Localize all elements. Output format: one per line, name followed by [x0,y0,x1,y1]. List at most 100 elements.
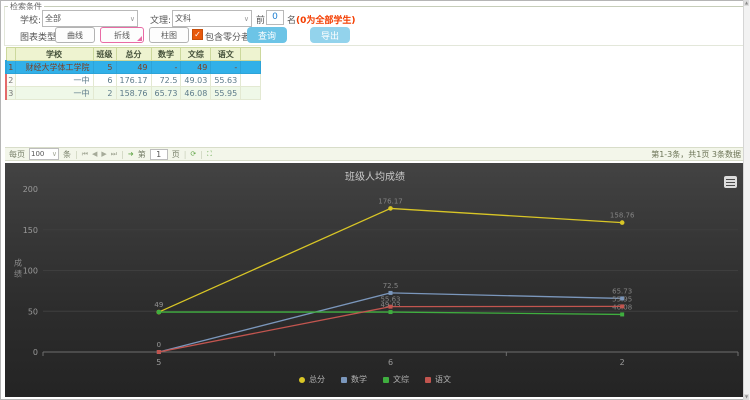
y-tick-label: 0 [33,348,38,357]
table-row[interactable]: 2一中6176.1772.549.0355.63 [6,74,261,87]
scroll-up-icon[interactable]: ▲ [744,0,749,6]
col-school[interactable]: 学校 [15,48,93,61]
legend-marker-icon [299,377,305,383]
data-point[interactable] [389,310,393,314]
col-chinese[interactable]: 语文 [211,48,241,61]
score-line-chart: 班级人均成绩 050100150200成绩56249176.17158.7607… [5,163,745,397]
y-tick-label: 200 [23,185,38,194]
data-point-label: 72.5 [383,282,399,290]
data-point-label: 55.63 [380,296,400,304]
include-zero-checkbox[interactable]: ✓ [192,29,203,40]
stream-select[interactable]: 文科 ∨ [172,10,252,27]
data-point[interactable] [620,312,624,316]
y-tick-label: 50 [28,307,38,316]
data-point-label: 158.76 [610,212,635,220]
legend-item-数学[interactable]: 数学 [341,374,367,385]
table-cell: 6 [93,74,116,87]
row-number-cell: 3 [6,87,15,100]
top-n-label: 前 [256,13,265,26]
first-page-icon[interactable]: ⏮ [82,150,88,159]
resize-grid-icon[interactable]: ⛶ [207,150,212,159]
legend-item-总分[interactable]: 总分 [299,374,325,385]
legend-item-文综[interactable]: 文综 [383,374,409,385]
data-point-label: 176.17 [378,197,403,205]
col-arts[interactable]: 文综 [181,48,211,61]
y-tick-label: 100 [23,267,38,276]
top-n-hint: (0为全部学生) [296,13,356,26]
x-tick-label: 6 [388,358,393,367]
top-n-suffix: 名 [287,13,296,26]
data-point[interactable] [157,350,161,354]
table-cell: 财经大学体工学院 [15,61,93,74]
vertical-scrollbar[interactable]: ▲ ▼ [743,0,750,400]
col-filler [241,48,261,61]
table-cell [241,87,261,100]
chart-type-button[interactable]: 折线 [100,27,144,43]
stream-select-value: 文科 [175,13,191,24]
legend-label: 文综 [393,374,409,385]
y-tick-label: 150 [23,226,38,235]
per-page-value: 100 [31,150,44,158]
prev-page-icon[interactable]: ◀ [92,150,97,158]
chart-type-button[interactable]: 柱图 [149,27,189,43]
table-cell: 49 [116,61,151,74]
legend-marker-icon [425,377,431,383]
table-cell: 55.63 [211,74,241,87]
pager-separator: | [121,150,124,159]
page-unit: 页 [172,149,180,160]
top-n-input[interactable]: 0 [266,10,284,25]
school-select-value: 全部 [45,13,61,24]
row-number-cell: 2 [6,74,15,87]
table-header-row: 学校 班级 总分 数学 文综 语文 [6,48,261,61]
legend-label: 总分 [309,374,325,385]
table-cell: 49.03 [181,74,211,87]
legend-item-语文[interactable]: 语文 [425,374,451,385]
stream-label: 文理: [150,13,171,26]
data-point[interactable] [389,305,393,309]
data-point-label: 0 [157,341,161,349]
table-row[interactable]: 1财经大学体工学院549-49- [6,61,261,74]
include-zero-label: 包含零分者 [205,30,250,43]
fieldset-legend: 检索条件 [8,1,44,12]
x-tick-label: 5 [156,358,161,367]
page-number-input[interactable]: 1 [150,149,168,160]
data-point[interactable] [389,291,393,295]
y-axis-title: 成 [14,258,22,268]
col-total[interactable]: 总分 [116,48,151,61]
table-row[interactable]: 3一中2158.7665.7346.0855.95 [6,87,261,100]
school-select[interactable]: 全部 ∨ [42,10,138,27]
table-cell: - [211,61,241,74]
query-button[interactable]: 查询 [247,27,287,43]
last-page-icon[interactable]: ⏭ [111,150,117,159]
page-label: 第 [138,149,146,160]
chevron-down-icon: ∨ [52,150,57,158]
data-point-label: 55.95 [612,295,632,303]
scroll-down-icon[interactable]: ▼ [744,394,749,400]
refresh-icon[interactable]: ⟳ [190,150,196,158]
chart-type-buttons: 曲线折线柱图 [55,27,189,43]
data-point[interactable] [620,220,625,225]
col-math[interactable]: 数学 [151,48,181,61]
go-page-icon[interactable]: ➜ [128,150,134,158]
table-cell [241,74,261,87]
table-cell: 55.95 [211,87,241,100]
table-cell: 158.76 [116,87,151,100]
col-class[interactable]: 班级 [93,48,116,61]
legend-label: 数学 [351,374,367,385]
chart-type-button[interactable]: 曲线 [55,27,95,43]
per-page-select[interactable]: 100 ∨ [29,148,59,160]
data-point[interactable] [388,206,393,211]
data-point[interactable] [157,310,161,314]
table-cell: 一中 [15,87,93,100]
data-point[interactable] [620,304,624,308]
table-cell: 49 [181,61,211,74]
export-button[interactable]: 导出 [310,27,350,43]
pager-separator: | [200,150,203,159]
next-page-icon[interactable]: ▶ [101,150,106,158]
table-cell: 176.17 [116,74,151,87]
legend-label: 语文 [435,374,451,385]
per-page-unit: 条 [63,149,71,160]
table-cell [241,61,261,74]
legend-marker-icon [341,377,347,383]
x-tick-label: 2 [620,358,625,367]
